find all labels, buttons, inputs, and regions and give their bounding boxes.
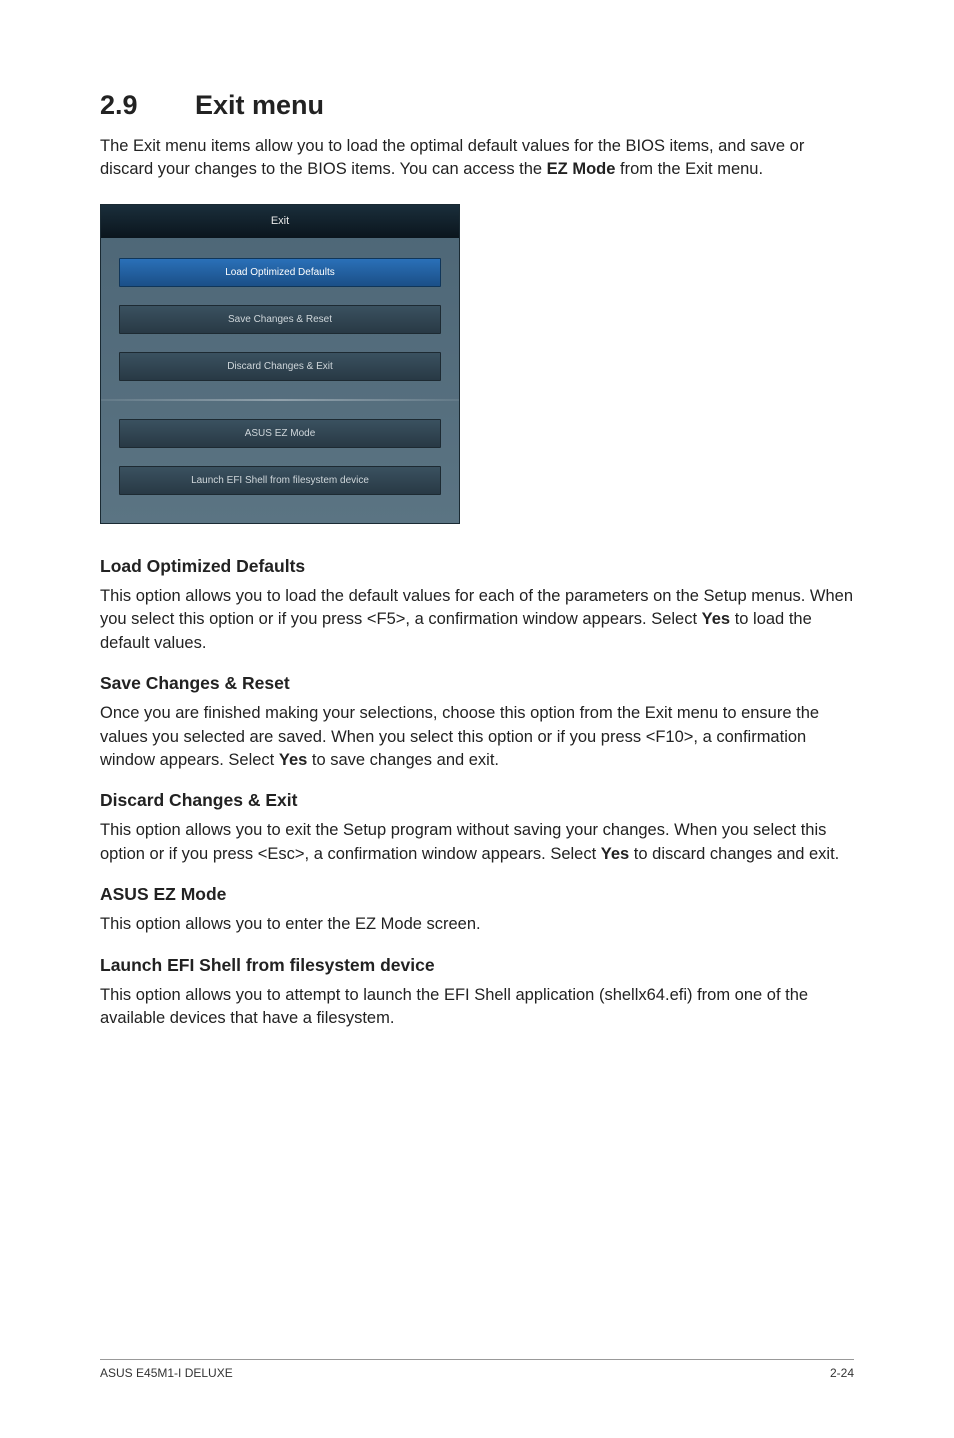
- menu-item-ez-mode[interactable]: ASUS EZ Mode: [119, 419, 441, 448]
- s2-text-b: to save changes and exit.: [307, 751, 499, 769]
- menu-item-save-reset[interactable]: Save Changes & Reset: [119, 305, 441, 334]
- menu-item-launch-efi[interactable]: Launch EFI Shell from filesystem device: [119, 466, 441, 495]
- paragraph-save-reset: Once you are finished making your select…: [100, 702, 854, 772]
- s2-bold: Yes: [279, 751, 307, 769]
- page-title: 2.9Exit menu: [100, 90, 854, 121]
- page-content: 2.9Exit menu The Exit menu items allow y…: [0, 0, 954, 1030]
- section-number: 2.9: [100, 90, 195, 121]
- paragraph-load-defaults: This option allows you to load the defau…: [100, 585, 854, 655]
- exit-dialog-title: Exit: [101, 205, 459, 238]
- subheading-launch-efi: Launch EFI Shell from filesystem device: [100, 955, 854, 976]
- section-title-text: Exit menu: [195, 90, 324, 120]
- menu-divider: [101, 399, 459, 401]
- page-footer: ASUS E45M1-I DELUXE 2-24: [100, 1359, 854, 1380]
- s3-text-b: to discard changes and exit.: [629, 845, 839, 863]
- intro-paragraph: The Exit menu items allow you to load th…: [100, 135, 854, 182]
- subheading-save-reset: Save Changes & Reset: [100, 673, 854, 694]
- menu-item-discard-exit[interactable]: Discard Changes & Exit: [119, 352, 441, 381]
- paragraph-discard-exit: This option allows you to exit the Setup…: [100, 819, 854, 866]
- s1-bold: Yes: [702, 610, 730, 628]
- s3-bold: Yes: [601, 845, 629, 863]
- exit-dialog-body: Load Optimized Defaults Save Changes & R…: [101, 238, 459, 523]
- menu-item-load-defaults[interactable]: Load Optimized Defaults: [119, 258, 441, 287]
- intro-text-b: from the Exit menu.: [615, 160, 763, 178]
- exit-menu-dialog: Exit Load Optimized Defaults Save Change…: [100, 204, 460, 524]
- subheading-load-defaults: Load Optimized Defaults: [100, 556, 854, 577]
- footer-left: ASUS E45M1-I DELUXE: [100, 1366, 233, 1380]
- paragraph-ez-mode: This option allows you to enter the EZ M…: [100, 913, 854, 936]
- footer-right: 2-24: [830, 1366, 854, 1380]
- subheading-discard-exit: Discard Changes & Exit: [100, 790, 854, 811]
- subheading-ez-mode: ASUS EZ Mode: [100, 884, 854, 905]
- paragraph-launch-efi: This option allows you to attempt to lau…: [100, 984, 854, 1031]
- intro-bold: EZ Mode: [547, 160, 616, 178]
